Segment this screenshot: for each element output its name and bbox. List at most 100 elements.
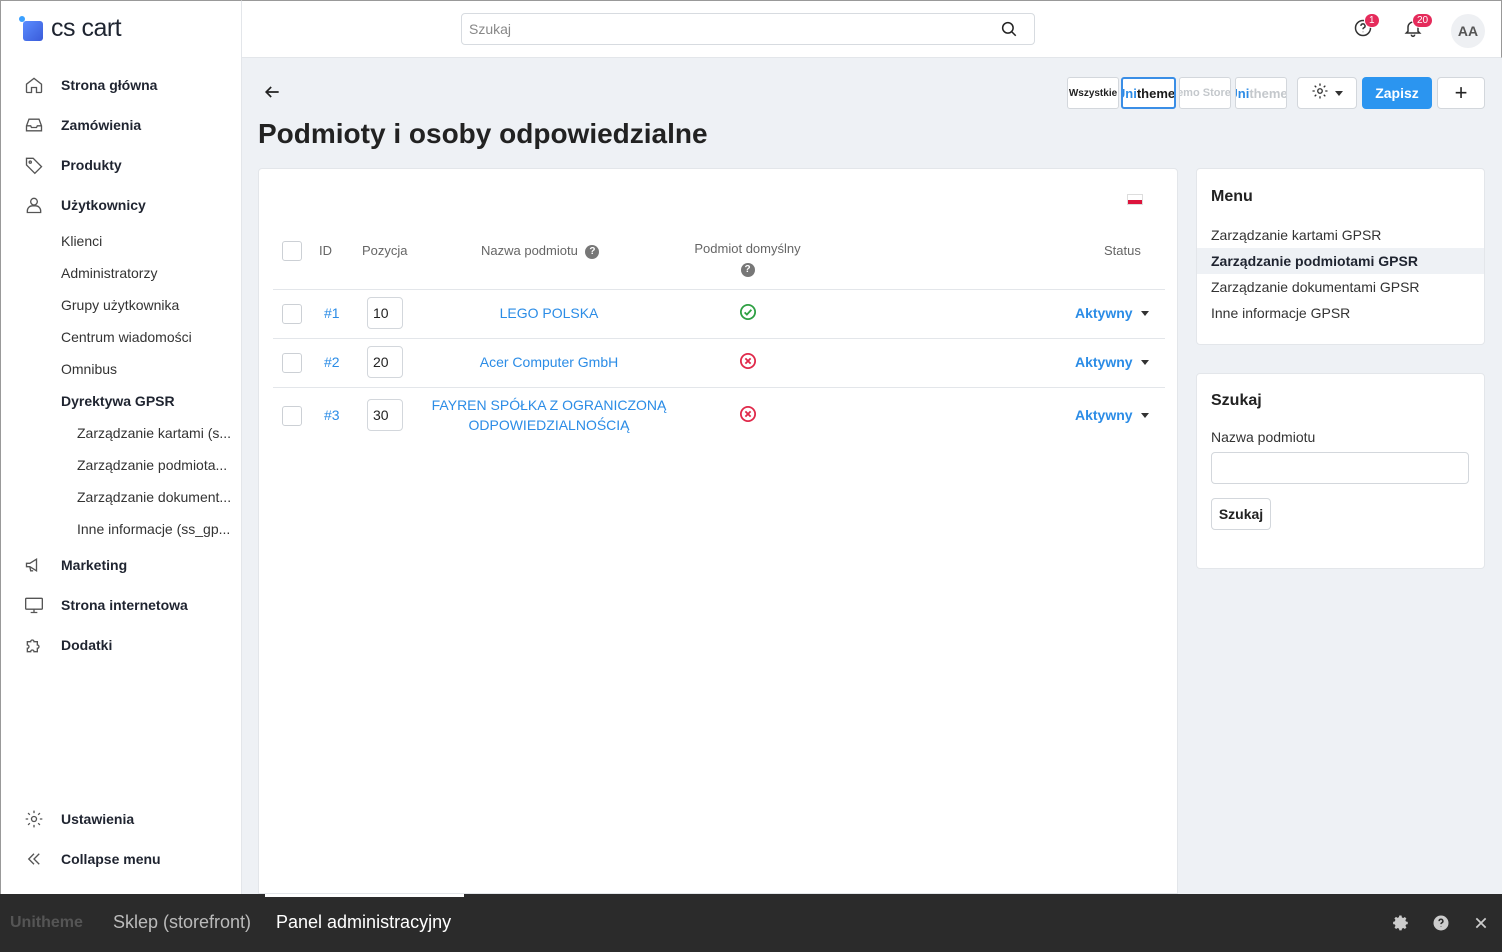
tag-icon (23, 154, 45, 176)
avatar[interactable]: AA (1451, 14, 1485, 48)
sidebar-gpsr-cards[interactable]: Zarządzanie kartami (s... (77, 425, 231, 441)
back-button[interactable] (262, 82, 284, 104)
sidebar-item-label: Collapse menu (61, 851, 161, 867)
status-dropdown[interactable]: Aktywny (1075, 354, 1149, 370)
arrow-left-icon (262, 86, 282, 106)
menu-item-documents[interactable]: Zarządzanie dokumentami GPSR (1197, 274, 1484, 300)
col-header-default: Podmiot domyślny ? (694, 241, 801, 277)
double-chevron-left-icon (23, 848, 45, 870)
monitor-icon (23, 594, 45, 616)
search-icon[interactable] (1000, 20, 1018, 43)
store-all-button[interactable]: Wszystkie (1067, 77, 1119, 109)
logo[interactable]: cs cart (19, 13, 122, 43)
add-button[interactable]: + (1437, 77, 1485, 109)
store-unitheme-button[interactable]: Unitheme (1121, 77, 1176, 109)
not-default-x-icon[interactable] (739, 352, 759, 372)
sidebar-item-label: Ustawienia (61, 811, 135, 827)
entity-name-link[interactable]: FAYREN SPÓŁKA Z OGRANICZONĄ ODPOWIEDZIAL… (429, 395, 669, 435)
help-question-icon[interactable]: ? (585, 244, 600, 259)
gear-icon[interactable] (1392, 914, 1410, 932)
position-input[interactable]: 20 (367, 346, 403, 378)
sidebar-item-label: Marketing (61, 557, 128, 573)
global-search (461, 13, 1035, 45)
puzzle-icon (23, 634, 45, 656)
save-button[interactable]: Zapisz (1362, 77, 1432, 109)
sidebar-item-label: Strona główna (61, 77, 158, 93)
sidebar-sub-message-center[interactable]: Centrum wiadomości (61, 329, 192, 345)
sidebar-item-label: Użytkownicy (61, 197, 146, 213)
search-panel: Szukaj Nazwa podmiotu Szukaj (1196, 373, 1485, 569)
sidebar-item-settings[interactable]: Ustawienia (23, 807, 134, 831)
row-divider (273, 387, 1165, 388)
row-id-link[interactable]: #1 (324, 305, 340, 321)
close-icon[interactable] (1472, 914, 1490, 932)
sidebar-item-website[interactable]: Strona internetowa (23, 593, 188, 617)
sidebar-item-orders[interactable]: Zamówienia (23, 113, 141, 137)
sidebar-item-home[interactable]: Strona główna (23, 73, 157, 97)
col-header-status[interactable]: Status (1104, 243, 1141, 258)
sidebar: cs cart Strona główna Zamówienia Produkt… (0, 0, 242, 894)
home-icon (23, 74, 45, 96)
menu-item-cards[interactable]: Zarządzanie kartami GPSR (1197, 222, 1484, 248)
caret-down-icon (1140, 310, 1149, 316)
search-input[interactable] (462, 14, 982, 44)
sidebar-sub-gpsr[interactable]: Dyrektywa GPSR (61, 393, 175, 409)
search-button[interactable]: Szukaj (1211, 498, 1271, 530)
sidebar-item-users[interactable]: Użytkownicy (23, 193, 146, 217)
position-input[interactable]: 30 (367, 399, 403, 431)
menu-item-other[interactable]: Inne informacje GPSR (1197, 300, 1484, 326)
select-all-checkbox[interactable] (282, 241, 302, 261)
sidebar-item-marketing[interactable]: Marketing (23, 553, 127, 577)
default-check-icon[interactable] (739, 303, 759, 323)
status-dropdown[interactable]: Aktywny (1075, 305, 1149, 321)
caret-down-icon (1140, 359, 1149, 365)
row-checkbox[interactable] (282, 406, 302, 426)
store-demo-button[interactable]: Demo Store (1179, 77, 1231, 109)
caret-down-icon (1335, 90, 1343, 96)
gear-icon (1311, 82, 1329, 105)
tab-storefront[interactable]: Sklep (storefront) (113, 912, 251, 933)
help-question-icon[interactable]: ? (740, 262, 755, 277)
col-header-name: Nazwa podmiotu ? (481, 243, 600, 259)
sidebar-sub-customers[interactable]: Klienci (61, 233, 102, 249)
polish-flag-icon[interactable] (1127, 194, 1143, 205)
caret-down-icon (1140, 412, 1149, 418)
sidebar-sub-omnibus[interactable]: Omnibus (61, 361, 117, 377)
store-unitheme2-button[interactable]: Unitheme (1235, 77, 1287, 109)
entity-name-link[interactable]: Acer Computer GmbH (399, 352, 699, 372)
help-button[interactable]: 1 (1352, 13, 1380, 41)
sidebar-sub-administrators[interactable]: Administratorzy (61, 265, 157, 281)
row-divider (273, 289, 1165, 290)
status-dropdown[interactable]: Aktywny (1075, 407, 1149, 423)
notifications-button[interactable]: 20 (1402, 13, 1434, 41)
sidebar-item-label: Zamówienia (61, 117, 142, 133)
sidebar-item-addons[interactable]: Dodatki (23, 633, 112, 657)
position-input[interactable]: 10 (367, 297, 403, 329)
sidebar-gpsr-documents[interactable]: Zarządzanie dokument... (77, 489, 231, 505)
row-id-link[interactable]: #3 (324, 407, 340, 423)
notifications-badge: 20 (1412, 13, 1434, 28)
sidebar-item-label: Dodatki (61, 637, 113, 653)
help-circle-icon[interactable] (1432, 914, 1450, 932)
col-header-position[interactable]: Pozycja (362, 243, 408, 258)
unitheme-logo: Unitheme (10, 914, 83, 931)
active-tab-indicator (265, 894, 464, 897)
menu-item-entities[interactable]: Zarządzanie podmiotami GPSR (1197, 248, 1484, 274)
sidebar-gpsr-other[interactable]: Inne informacje (ss_gp... (77, 521, 230, 537)
topbar: 1 20 AA (242, 0, 1502, 58)
col-header-id[interactable]: ID (319, 243, 332, 258)
not-default-x-icon[interactable] (739, 405, 759, 425)
settings-dropdown-button[interactable] (1297, 77, 1357, 109)
entity-name-input[interactable] (1211, 452, 1469, 484)
row-id-link[interactable]: #2 (324, 354, 340, 370)
sidebar-gpsr-entities[interactable]: Zarządzanie podmiota... (77, 457, 227, 473)
row-checkbox[interactable] (282, 353, 302, 373)
collapse-menu-button[interactable]: Collapse menu (23, 847, 161, 871)
entity-name-label: Nazwa podmiotu (1211, 429, 1316, 445)
sidebar-sub-user-groups[interactable]: Grupy użytkownika (61, 297, 179, 313)
bottom-switcher-bar: Unitheme Sklep (storefront) Panel admini… (0, 894, 1502, 952)
sidebar-item-products[interactable]: Produkty (23, 153, 122, 177)
row-checkbox[interactable] (282, 304, 302, 324)
entity-name-link[interactable]: LEGO POLSKA (399, 303, 699, 323)
tab-admin-panel[interactable]: Panel administracyjny (276, 912, 451, 933)
